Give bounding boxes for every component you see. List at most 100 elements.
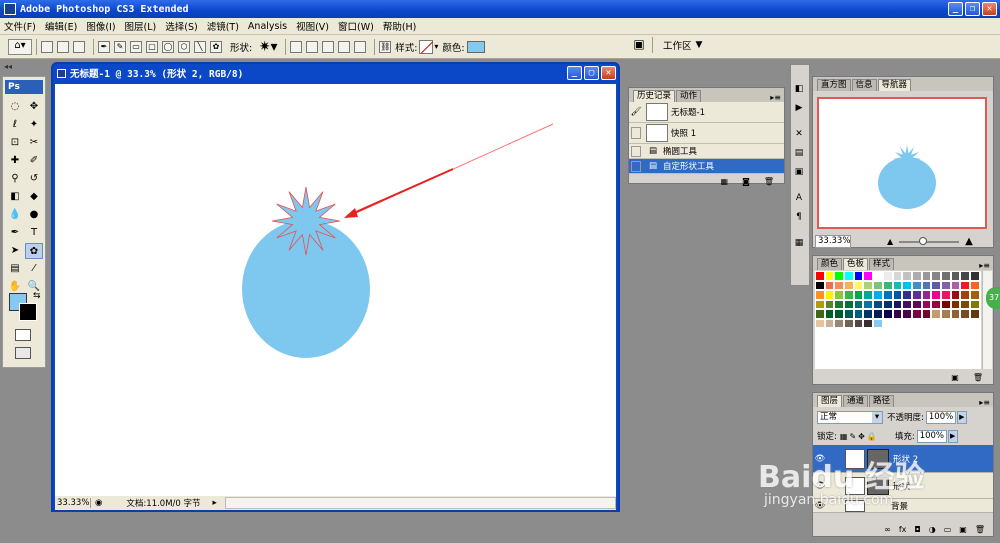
marquee-tool-icon[interactable]: ◌ <box>6 99 24 115</box>
tool-preset-picker[interactable]: ⌂▾ <box>8 38 32 55</box>
color-swatch[interactable] <box>960 299 970 309</box>
rounded-rectangle-icon[interactable]: ▢ <box>146 40 158 53</box>
color-swatch[interactable] <box>844 309 854 319</box>
freeform-pen-icon[interactable]: ✎ <box>114 40 126 53</box>
color-swatch[interactable] <box>921 309 932 319</box>
color-swatch[interactable] <box>882 271 893 281</box>
chevron-down-icon[interactable]: ▾ <box>434 42 438 51</box>
clone-stamp-icon[interactable]: ⚲ <box>6 171 24 187</box>
style-picker[interactable] <box>419 39 434 54</box>
color-swatch[interactable] <box>824 271 835 281</box>
color-swatch[interactable] <box>873 280 883 290</box>
color-swatch[interactable] <box>892 290 903 300</box>
close-button[interactable]: ✕ <box>982 2 997 16</box>
color-swatch[interactable] <box>940 309 951 319</box>
doc-close-button[interactable]: ✕ <box>601 66 616 80</box>
link-icon[interactable]: ⛓ <box>379 40 392 53</box>
link-layers-icon[interactable]: ∞ <box>884 525 891 534</box>
screen-mode-icon[interactable] <box>15 347 31 359</box>
new-swatch-icon[interactable]: ▣ <box>951 373 959 382</box>
color-swatch[interactable] <box>834 280 845 290</box>
color-swatch[interactable] <box>950 280 961 290</box>
pen-tool-icon[interactable]: ✒ <box>98 40 110 53</box>
tab-info[interactable]: 信息 <box>851 79 877 91</box>
color-swatch[interactable] <box>882 299 893 309</box>
color-swatch[interactable] <box>853 290 864 300</box>
brushes-dock-icon[interactable]: ▤ <box>791 144 807 162</box>
panel-menu-icon[interactable]: ▸≡ <box>770 93 781 102</box>
color-swatch[interactable] <box>940 271 951 281</box>
swap-colors-icon[interactable]: ⇆ <box>33 291 41 301</box>
color-swatch[interactable] <box>921 280 932 290</box>
magic-wand-icon[interactable]: ✦ <box>25 117 43 133</box>
histogram-dock-icon[interactable]: ▶ <box>791 99 807 117</box>
path-selection-icon[interactable]: ➤ <box>6 243 24 259</box>
tab-layers[interactable]: 图层 <box>817 395 843 407</box>
color-swatch[interactable] <box>950 309 961 319</box>
history-brush-source-icon[interactable]: 🖌 <box>629 107 643 117</box>
color-swatch[interactable] <box>844 280 854 290</box>
color-swatch[interactable] <box>824 290 835 300</box>
navigator-dock-icon[interactable]: ◧ <box>791 80 807 98</box>
color-swatch[interactable] <box>902 280 912 290</box>
workspace-menu[interactable]: 工作区 <box>663 38 692 52</box>
menu-analysis[interactable]: Analysis <box>248 21 287 32</box>
combine-new-icon[interactable] <box>290 40 303 53</box>
color-swatch[interactable] <box>853 299 864 309</box>
tab-styles[interactable]: 样式 <box>869 258 895 270</box>
color-swatch[interactable] <box>882 280 893 290</box>
menu-layer[interactable]: 图层(L) <box>125 19 157 33</box>
tab-actions[interactable]: 动作 <box>676 90 702 102</box>
color-swatch[interactable] <box>824 309 835 319</box>
color-swatch[interactable] <box>834 290 845 300</box>
panel-menu-icon[interactable]: ▸≡ <box>979 261 990 270</box>
color-swatch[interactable] <box>950 299 961 309</box>
new-group-icon[interactable]: ▭ <box>944 525 952 534</box>
color-swatch[interactable] <box>863 309 874 319</box>
character-dock-icon[interactable]: A <box>791 189 807 207</box>
shape-picker[interactable]: ✷▾ <box>255 39 281 55</box>
color-swatch[interactable] <box>940 299 951 309</box>
color-swatch[interactable] <box>892 309 903 319</box>
color-swatch[interactable] <box>815 309 825 319</box>
color-swatch[interactable] <box>921 299 932 309</box>
color-swatch[interactable] <box>834 309 845 319</box>
rectangle-tool-icon[interactable]: ▭ <box>130 40 142 53</box>
color-swatch[interactable] <box>892 299 903 309</box>
tab-swatches[interactable]: 色板 <box>843 258 869 270</box>
brush-tool-icon[interactable]: ✐ <box>25 153 43 169</box>
combine-subtract-icon[interactable] <box>322 40 335 53</box>
color-swatch[interactable] <box>931 299 941 309</box>
shape-layers-mode-button[interactable] <box>41 40 53 53</box>
color-swatch[interactable] <box>911 280 922 290</box>
history-brush-icon[interactable]: ↺ <box>25 171 43 187</box>
lock-image-icon[interactable]: ✎ <box>849 432 856 441</box>
layer-comps-dock-icon[interactable]: ▦ <box>791 234 807 252</box>
tab-paths[interactable]: 路径 <box>869 395 895 407</box>
color-swatch[interactable] <box>921 290 932 300</box>
color-swatch[interactable] <box>873 271 883 281</box>
color-swatch[interactable] <box>873 318 883 328</box>
color-swatch[interactable] <box>853 280 864 290</box>
color-swatch[interactable] <box>970 299 980 309</box>
type-tool-icon[interactable]: T <box>25 225 43 241</box>
new-document-icon[interactable]: ▦ <box>721 177 729 186</box>
color-swatch[interactable] <box>863 318 874 328</box>
menu-view[interactable]: 视图(V) <box>296 19 329 33</box>
chevron-down-icon[interactable]: ▼ <box>696 40 703 50</box>
menu-select[interactable]: 选择(S) <box>165 19 197 33</box>
paths-mode-button[interactable] <box>57 40 69 53</box>
color-swatch[interactable] <box>931 280 941 290</box>
color-swatch[interactable] <box>970 280 980 290</box>
paragraph-dock-icon[interactable]: ¶ <box>791 208 807 226</box>
tools-dock-icon[interactable]: ✕ <box>791 125 807 143</box>
color-swatch[interactable] <box>815 290 825 300</box>
new-snapshot-icon[interactable]: ◙ <box>742 177 750 186</box>
color-swatch[interactable] <box>824 299 835 309</box>
color-swatch[interactable] <box>853 271 864 281</box>
status-menu-icon[interactable]: ◉ <box>95 498 102 508</box>
color-swatch[interactable] <box>824 318 835 328</box>
lasso-tool-icon[interactable]: ℓ <box>6 117 24 133</box>
document-size[interactable]: 文档:11.0M/0 字节 <box>126 497 200 509</box>
color-swatch[interactable] <box>940 280 951 290</box>
